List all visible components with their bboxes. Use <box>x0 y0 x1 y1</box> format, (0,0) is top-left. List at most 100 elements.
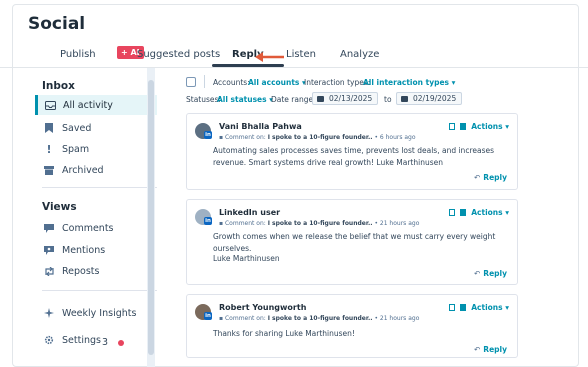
reply-button[interactable]: ↶ Reply <box>474 173 507 182</box>
calendar-icon <box>317 95 324 102</box>
linkedin-icon: in <box>204 312 212 320</box>
activity-card[interactable]: in LinkedIn user ▪ Comment on: I spoke t… <box>186 199 518 285</box>
comment-body-signature: Luke Marthinusen <box>213 254 280 263</box>
date-to-value: 02/19/2025 <box>413 94 457 103</box>
comment-body: Automating sales processes saves time, p… <box>213 146 494 167</box>
sidebar-item-label: Saved <box>62 122 92 134</box>
archive-icon[interactable] <box>460 209 467 216</box>
actions-menu[interactable]: Actions ▾ <box>449 122 509 131</box>
sidebar-item-spam[interactable]: ! Spam <box>35 139 157 159</box>
sidebar-item-label: Archived <box>62 164 104 176</box>
comment-meta-prefix: Comment on: <box>224 134 266 141</box>
select-all-checkbox[interactable] <box>186 77 196 87</box>
reply-icon: ↶ <box>474 173 481 182</box>
sidebar-item-label: Mentions <box>62 244 106 256</box>
sidebar-item-label: Weekly Insights <box>62 307 137 319</box>
page-title: Social <box>28 14 86 34</box>
comment-post-link[interactable]: I spoke to a 10-figure founder.. <box>268 220 373 227</box>
commenter-name[interactable]: Robert Youngworth <box>219 303 306 312</box>
sidebar-scrollbar-thumb[interactable] <box>148 80 154 355</box>
sidebar-item-label: Spam <box>62 143 90 155</box>
calendar-icon <box>401 95 408 102</box>
archive-icon[interactable] <box>460 304 467 311</box>
actions-menu[interactable]: Actions ▾ <box>449 303 509 312</box>
sidebar-item-weekly-insights[interactable]: Weekly Insights <box>35 303 157 323</box>
comment-meta-prefix: Comment on: <box>224 315 266 322</box>
sidebar-item-label: Reposts <box>62 265 100 277</box>
sidebar-item-all-activity[interactable]: All activity <box>35 95 157 115</box>
accounts-filter-dropdown[interactable]: All accounts ▾ <box>248 78 306 87</box>
tab-suggested-posts[interactable]: Suggested posts <box>137 49 220 60</box>
exclamation-icon: ! <box>46 142 52 156</box>
comment-time: • 21 hours ago <box>374 220 420 227</box>
mention-icon <box>43 244 55 256</box>
filter-separator <box>204 75 205 88</box>
bookmark-icon[interactable] <box>449 123 456 130</box>
comment-post-link[interactable]: I spoke to a 10-figure founder.. <box>268 315 373 322</box>
archive-icon[interactable] <box>460 123 467 130</box>
settings-count: 3 <box>102 337 109 348</box>
accounts-label: Accounts: <box>213 78 250 87</box>
sidebar-item-label: Settings <box>62 334 101 346</box>
tab-analyze[interactable]: Analyze <box>340 49 379 60</box>
linkedin-icon: in <box>204 217 212 225</box>
date-to-label: to <box>384 95 392 104</box>
date-range-label: Date range: <box>271 95 316 104</box>
inbox-heading: Inbox <box>42 80 75 92</box>
comment-meta-prefix: Comment on: <box>224 220 266 227</box>
sidebar-item-settings[interactable]: Settings <box>35 330 157 350</box>
comment-meta: ▪ Comment on: I spoke to a 10-figure fou… <box>219 315 419 322</box>
statuses-label: Statuses: <box>186 95 221 104</box>
bookmark-icon[interactable] <box>449 209 456 216</box>
comment-meta: ▪ Comment on: I spoke to a 10-figure fou… <box>219 220 419 227</box>
actions-dropdown[interactable]: Actions ▾ <box>471 122 509 131</box>
comment-post-link[interactable]: I spoke to a 10-figure founder.. <box>268 134 373 141</box>
header-divider <box>0 67 588 68</box>
tab-publish[interactable]: Publish <box>60 49 96 60</box>
bookmark-icon[interactable] <box>449 304 456 311</box>
sidebar-item-saved[interactable]: Saved <box>35 118 157 138</box>
reply-label: Reply <box>483 173 507 182</box>
comment-body: Growth comes when we release the belief … <box>213 232 496 253</box>
comment-time: • 6 hours ago <box>374 134 416 141</box>
sidebar-item-mentions[interactable]: Mentions <box>35 240 157 260</box>
activity-card[interactable]: in Robert Youngworth ▪ Comment on: I spo… <box>186 294 518 358</box>
actions-menu[interactable]: Actions ▾ <box>449 208 509 217</box>
date-from-input[interactable]: 02/13/2025 <box>312 92 378 105</box>
date-to-input[interactable]: 02/19/2025 <box>396 92 462 105</box>
sidebar-item-reposts[interactable]: Reposts <box>35 261 157 281</box>
comment-icon <box>43 222 55 234</box>
actions-dropdown[interactable]: Actions ▾ <box>471 208 509 217</box>
reply-label: Reply <box>483 269 507 278</box>
sidebar-item-label: Comments <box>62 222 114 234</box>
commenter-name[interactable]: LinkedIn user <box>219 208 280 217</box>
reply-button[interactable]: ↶ Reply <box>474 269 507 278</box>
commenter-name[interactable]: Vani Bhalla Pahwa <box>219 122 302 131</box>
actions-dropdown[interactable]: Actions ▾ <box>471 303 509 312</box>
tab-listen[interactable]: Listen <box>286 49 316 60</box>
reply-label: Reply <box>483 345 507 354</box>
reply-icon: ↶ <box>474 269 481 278</box>
date-from-value: 02/13/2025 <box>329 94 373 103</box>
comment-meta: ▪ Comment on: I spoke to a 10-figure fou… <box>219 134 416 141</box>
sidebar-item-archived[interactable]: Archived <box>35 160 157 180</box>
comment-body: Thanks for sharing Luke Marthinusen! <box>213 329 355 338</box>
linkedin-icon: in <box>204 131 212 139</box>
sidebar-item-comments[interactable]: Comments <box>35 218 157 238</box>
sidebar-divider <box>42 187 157 188</box>
interaction-types-label: Interaction types: <box>304 78 371 87</box>
bookmark-icon <box>43 122 55 134</box>
sidebar-divider <box>42 290 157 291</box>
sidebar-item-label: All activity <box>63 99 113 111</box>
archive-icon <box>43 164 55 176</box>
sparkle-icon <box>43 307 55 319</box>
arrow-annotation-icon <box>255 52 284 62</box>
statuses-filter-dropdown[interactable]: All statuses ▾ <box>217 95 273 104</box>
reply-icon: ↶ <box>474 345 481 354</box>
reply-button[interactable]: ↶ Reply <box>474 345 507 354</box>
activity-card[interactable]: in Vani Bhalla Pahwa ▪ Comment on: I spo… <box>186 113 518 190</box>
comment-time: • 21 hours ago <box>374 315 420 322</box>
notification-dot <box>118 340 124 346</box>
gear-icon <box>43 334 55 346</box>
interaction-types-dropdown[interactable]: All interaction types ▾ <box>363 78 455 87</box>
